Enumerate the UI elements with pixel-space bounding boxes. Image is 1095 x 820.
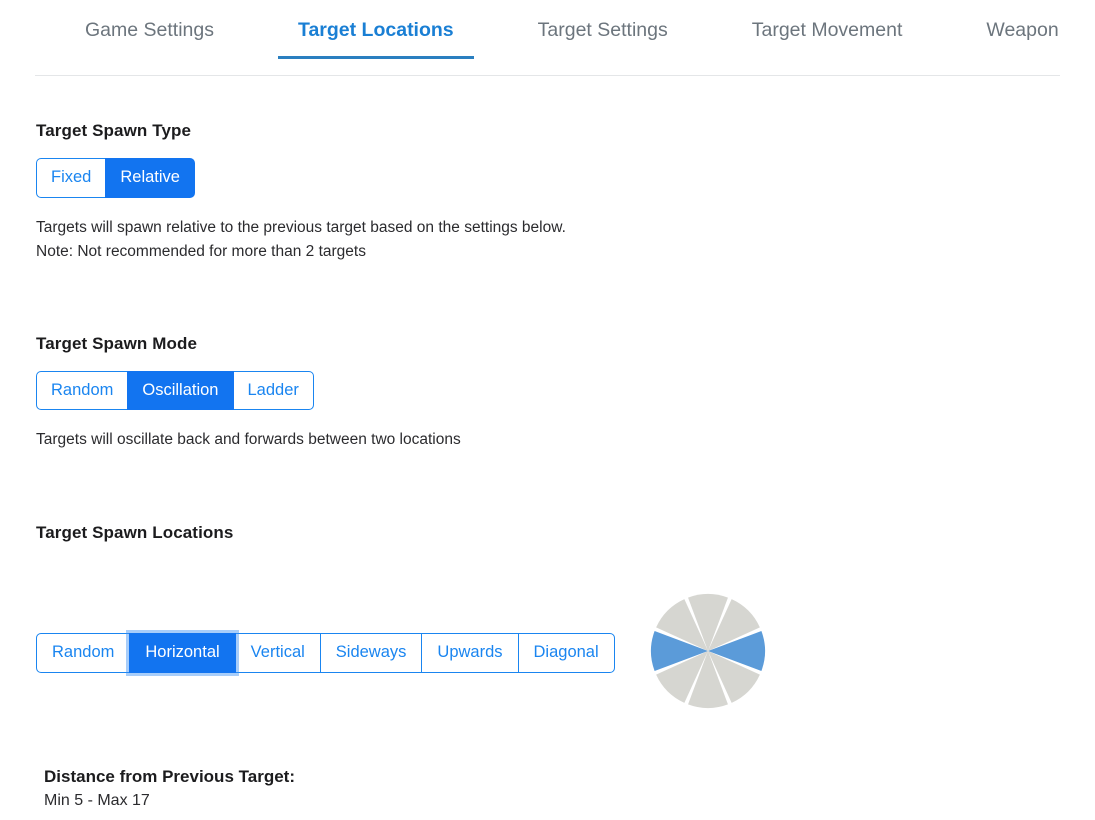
- spawn-location-option-vertical[interactable]: Vertical: [235, 633, 321, 673]
- spawn-type-description-line-2: Note: Not recommended for more than 2 ta…: [36, 240, 1095, 264]
- tab-weapon[interactable]: Weapon: [966, 0, 1078, 59]
- spawn-locations-button-group: Random Horizontal Vertical Sideways Upwa…: [36, 633, 615, 673]
- spawn-location-option-horizontal[interactable]: Horizontal: [129, 633, 235, 673]
- spawn-mode-option-ladder[interactable]: Ladder: [233, 371, 314, 411]
- spawn-location-option-diagonal[interactable]: Diagonal: [518, 633, 615, 673]
- spawn-locations-heading: Target Spawn Locations: [36, 452, 1095, 543]
- spawn-mode-heading: Target Spawn Mode: [36, 264, 1095, 354]
- spawn-mode-option-oscillation[interactable]: Oscillation: [127, 371, 233, 411]
- spawn-type-option-relative[interactable]: Relative: [105, 158, 195, 198]
- spawn-location-option-sideways[interactable]: Sideways: [320, 633, 423, 673]
- spawn-type-button-group: Fixed Relative: [36, 158, 195, 198]
- spawn-type-description: Targets will spawn relative to the previ…: [36, 216, 1095, 264]
- spawn-type-option-fixed[interactable]: Fixed: [36, 158, 106, 198]
- settings-tabbar: Game Settings Target Locations Target Se…: [35, 0, 1060, 76]
- spawn-type-heading: Target Spawn Type: [36, 76, 1095, 141]
- spawn-direction-pie-svg: [648, 591, 768, 711]
- spawn-locations-row: Random Horizontal Vertical Sideways Upwa…: [36, 595, 1095, 711]
- spawn-type-description-line-1: Targets will spawn relative to the previ…: [36, 216, 1095, 240]
- spawn-location-option-upwards[interactable]: Upwards: [421, 633, 518, 673]
- distance-slider-block: Distance from Previous Target: Min 5 - M…: [36, 767, 1095, 820]
- spawn-mode-description: Targets will oscillate back and forwards…: [36, 428, 1095, 452]
- tab-target-locations[interactable]: Target Locations: [278, 0, 474, 59]
- spawn-mode-button-group: Random Oscillation Ladder: [36, 371, 314, 411]
- spawn-direction-pie-diagram: [648, 591, 768, 711]
- target-locations-panel: Target Spawn Type Fixed Relative Targets…: [0, 76, 1095, 820]
- distance-slider-label: Distance from Previous Target:: [44, 767, 1095, 787]
- spawn-mode-option-random[interactable]: Random: [36, 371, 128, 411]
- tab-target-movement[interactable]: Target Movement: [732, 0, 923, 59]
- tab-game-settings[interactable]: Game Settings: [65, 0, 234, 59]
- spawn-location-option-random[interactable]: Random: [36, 633, 130, 673]
- distance-slider-value: Min 5 - Max 17: [44, 792, 1095, 810]
- tab-target-settings[interactable]: Target Settings: [518, 0, 688, 59]
